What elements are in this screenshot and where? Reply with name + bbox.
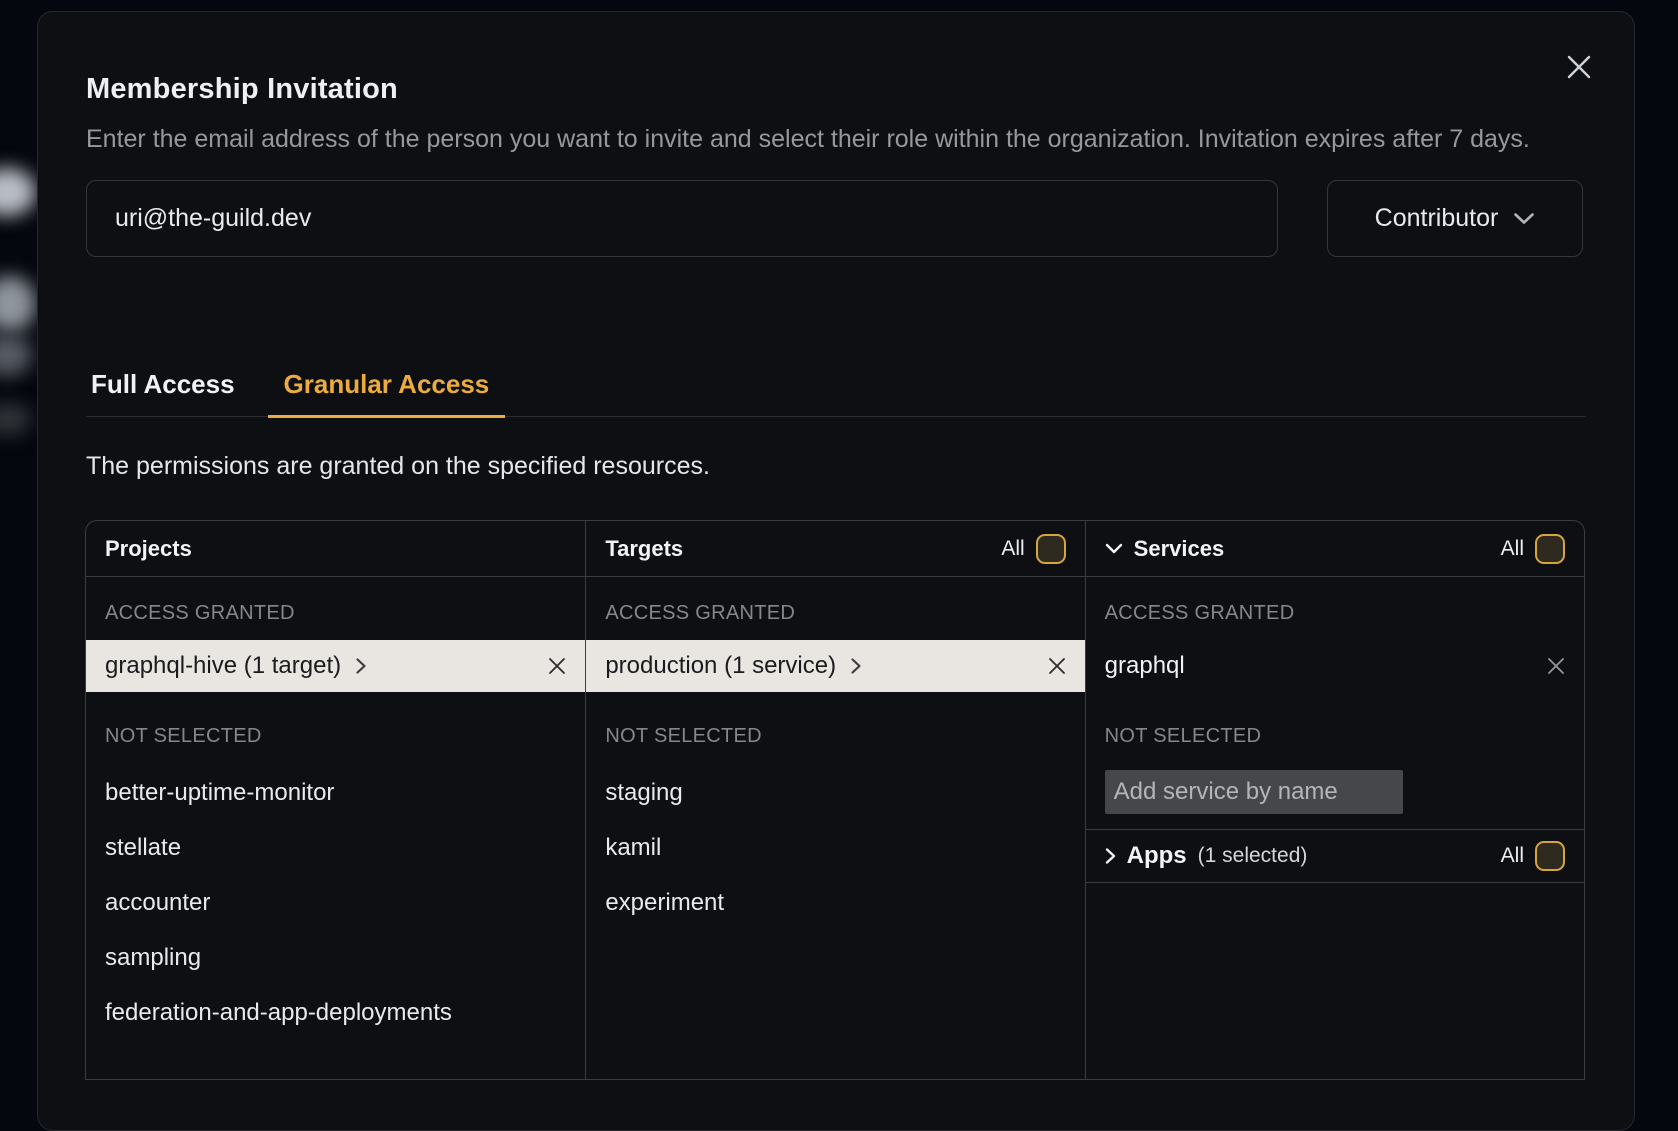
remove-project-button[interactable] — [548, 657, 566, 675]
membership-invitation-modal: Membership Invitation Enter the email ad… — [37, 11, 1635, 1131]
projects-list: better-uptime-monitorstellateaccountersa… — [86, 765, 585, 1040]
apps-selected-count: (1 selected) — [1198, 844, 1308, 868]
selected-target-label: production (1 service) — [605, 652, 836, 680]
apps-select-all[interactable]: All — [1501, 841, 1565, 871]
close-icon — [1566, 54, 1592, 80]
background-blur-fragment — [0, 168, 36, 216]
targets-column-title: Targets — [605, 536, 683, 562]
all-label: All — [1001, 537, 1024, 561]
chevron-right-icon — [1105, 847, 1116, 865]
projects-column: Projects ACCESS GRANTED graphql-hive (1 … — [86, 521, 585, 1079]
target-option[interactable]: experiment — [586, 875, 1084, 930]
role-select[interactable]: Contributor — [1327, 180, 1583, 257]
access-granted-label: ACCESS GRANTED — [586, 602, 1084, 625]
targets-column: Targets All ACCESS GRANTED production (1… — [585, 521, 1084, 1079]
target-option[interactable]: kamil — [586, 820, 1084, 875]
selected-target-row[interactable]: production (1 service) — [586, 640, 1084, 692]
services-column-title: Services — [1134, 536, 1225, 562]
email-input[interactable] — [86, 180, 1278, 257]
role-select-value: Contributor — [1375, 204, 1499, 233]
close-icon — [1048, 657, 1066, 675]
all-label: All — [1501, 537, 1524, 561]
not-selected-label: NOT SELECTED — [1086, 725, 1584, 748]
apps-section-title: Apps — [1127, 842, 1187, 870]
chevron-down-icon — [1513, 212, 1535, 225]
modal-description: Enter the email address of the person yo… — [86, 120, 1586, 158]
services-all-checkbox[interactable] — [1535, 534, 1565, 564]
apps-section-row[interactable]: Apps (1 selected) All — [1086, 830, 1584, 883]
access-granted-label: ACCESS GRANTED — [86, 602, 585, 625]
selected-project-row[interactable]: graphql-hive (1 target) — [86, 640, 585, 692]
chevron-right-icon — [355, 657, 367, 675]
permissions-note: The permissions are granted on the speci… — [86, 451, 1586, 481]
targets-select-all[interactable]: All — [1001, 534, 1065, 564]
project-option[interactable]: stellate — [86, 820, 585, 875]
background-blur-fragment — [0, 276, 36, 332]
tab-bar: Full Access Granular Access — [86, 369, 1586, 417]
not-selected-label: NOT SELECTED — [586, 725, 1084, 748]
targets-all-checkbox[interactable] — [1036, 534, 1066, 564]
access-granted-label: ACCESS GRANTED — [1086, 602, 1584, 625]
targets-list: stagingkamilexperiment — [586, 765, 1084, 930]
add-service-input[interactable] — [1105, 770, 1403, 814]
resource-picker: Projects ACCESS GRANTED graphql-hive (1 … — [85, 520, 1585, 1080]
target-option[interactable]: staging — [586, 765, 1084, 820]
remove-service-button[interactable] — [1547, 657, 1565, 675]
tab-full-access[interactable]: Full Access — [91, 369, 235, 416]
project-option[interactable]: accounter — [86, 875, 585, 930]
not-selected-label: NOT SELECTED — [86, 725, 585, 748]
background-blur-fragment — [0, 334, 32, 376]
selected-service-label: graphql — [1105, 652, 1185, 680]
close-button[interactable] — [1562, 50, 1596, 84]
apps-all-checkbox[interactable] — [1535, 841, 1565, 871]
close-icon — [548, 657, 566, 675]
close-icon — [1547, 657, 1565, 675]
services-select-all[interactable]: All — [1501, 534, 1565, 564]
tab-granular-access[interactable]: Granular Access — [268, 369, 506, 418]
all-label: All — [1501, 844, 1524, 868]
modal-title: Membership Invitation — [86, 72, 1586, 106]
project-option[interactable]: sampling — [86, 930, 585, 985]
projects-column-title: Projects — [105, 536, 192, 562]
invite-row: Contributor — [86, 180, 1586, 257]
projects-column-header: Projects — [86, 521, 585, 577]
project-option[interactable]: better-uptime-monitor — [86, 765, 585, 820]
targets-column-header: Targets All — [586, 521, 1084, 577]
selected-project-label: graphql-hive (1 target) — [105, 652, 341, 680]
chevron-right-icon — [850, 657, 862, 675]
chevron-down-icon — [1105, 543, 1123, 554]
remove-target-button[interactable] — [1048, 657, 1066, 675]
services-column: Services All ACCESS GRANTED graphql NOT … — [1085, 521, 1584, 1079]
selected-service-row[interactable]: graphql — [1086, 640, 1584, 692]
project-option[interactable]: federation-and-app-deployments — [86, 985, 585, 1040]
services-column-header[interactable]: Services All — [1086, 521, 1584, 577]
background-blur-fragment — [0, 403, 31, 435]
